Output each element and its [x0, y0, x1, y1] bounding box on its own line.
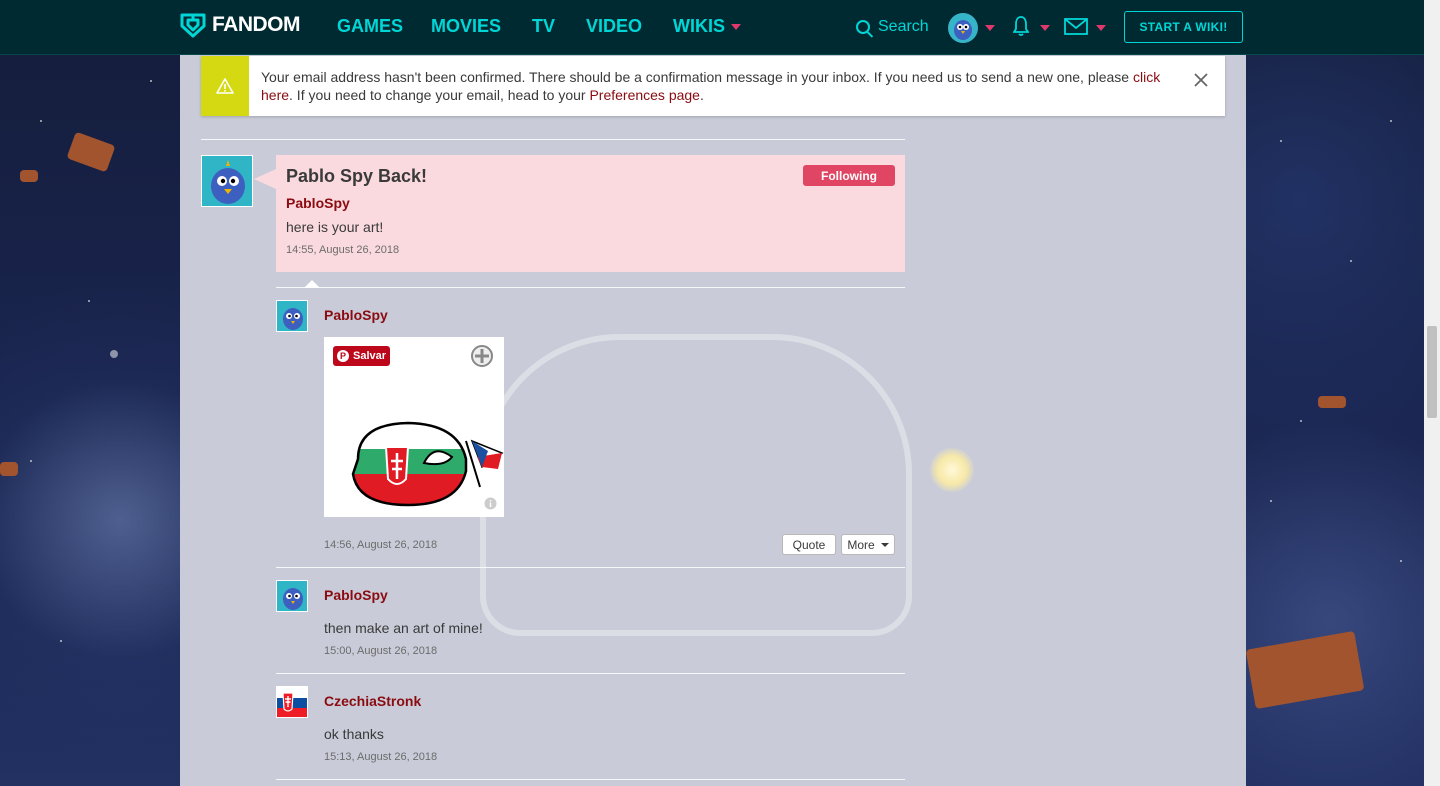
search-icon — [856, 20, 870, 34]
notice-text-middle: . If you need to change your email, head… — [289, 87, 590, 103]
notice-text-after: . — [699, 87, 704, 103]
countryball-image[interactable]: P Salvar — [324, 337, 504, 517]
chevron-down-icon — [880, 542, 889, 547]
warning-icon — [216, 78, 234, 94]
global-navigation: FANDOM GAMES MOVIES TV VIDEO WIKIS Searc… — [0, 0, 1440, 55]
logo-text: FANDOM — [212, 13, 301, 36]
post-body: here is your art! — [286, 219, 384, 235]
search-label: Search — [878, 18, 929, 35]
reply-timestamp[interactable]: 14:56, August 26, 2018 — [324, 539, 437, 551]
bird-avatar-icon — [277, 581, 307, 611]
notice-text-before: Your email address hasn't been confirmed… — [261, 69, 1133, 85]
reply-body: ok thanks — [324, 726, 384, 742]
reply-timestamp[interactable]: 15:00, August 26, 2018 — [324, 645, 437, 657]
bird-avatar-icon — [277, 301, 307, 331]
close-icon[interactable] — [1193, 72, 1209, 88]
thread-first-post: Pablo Spy Back! Following PabloSpy here … — [254, 155, 905, 272]
nav-link-wikis-label: WIKIS — [673, 16, 725, 36]
reply-avatar[interactable] — [276, 300, 308, 332]
chevron-down-icon — [731, 24, 741, 31]
reply-avatar[interactable] — [276, 580, 308, 612]
fandom-heart-icon — [180, 13, 206, 38]
user-menu-chevron-icon[interactable] — [985, 25, 995, 31]
scrollbar-thumb[interactable] — [1427, 326, 1437, 418]
nav-link-video[interactable]: VIDEO — [586, 16, 642, 37]
pinterest-icon: P — [337, 350, 349, 362]
nav-link-tv[interactable]: TV — [532, 16, 555, 37]
following-button[interactable]: Following — [803, 165, 895, 186]
info-icon[interactable] — [484, 497, 497, 510]
post-author-link[interactable]: PabloSpy — [286, 195, 350, 211]
page-scrollbar[interactable] — [1424, 0, 1440, 786]
more-button-label: More — [847, 537, 875, 552]
messages-chevron-icon[interactable] — [1096, 25, 1106, 31]
nav-link-games[interactable]: GAMES — [337, 16, 403, 37]
thread-title: Pablo Spy Back! — [286, 166, 428, 186]
pinterest-save-label: Salvar — [353, 350, 387, 362]
reply-author-link[interactable]: PabloSpy — [324, 587, 388, 603]
pinterest-save-button[interactable]: P Salvar — [333, 346, 390, 366]
nav-link-movies[interactable]: MOVIES — [431, 16, 501, 37]
post-timestamp[interactable]: 14:55, August 26, 2018 — [286, 244, 399, 256]
reply-author-link[interactable]: CzechiaStronk — [324, 693, 421, 709]
notice-text: Your email address hasn't been confirmed… — [261, 68, 1161, 104]
start-a-wiki-button[interactable]: START A WIKI! — [1124, 11, 1243, 43]
fandom-logo[interactable]: FANDOM — [180, 12, 301, 38]
nav-link-wikis[interactable]: WIKIS — [673, 16, 741, 37]
notifications-chevron-icon[interactable] — [1040, 25, 1050, 31]
notice-strip — [201, 56, 249, 116]
mail-icon[interactable] — [1064, 18, 1088, 35]
reply-body: then make an art of mine! — [324, 620, 483, 636]
divider — [276, 779, 905, 780]
background-illustration — [480, 334, 912, 636]
reply-avatar[interactable] — [276, 686, 308, 718]
slovakia-flag-avatar-icon — [277, 687, 307, 717]
divider — [276, 287, 905, 288]
email-confirmation-notice: Your email address hasn't been confirmed… — [201, 56, 1225, 116]
op-avatar[interactable] — [201, 155, 253, 207]
bell-icon[interactable] — [1013, 15, 1029, 37]
reply-timestamp[interactable]: 15:13, August 26, 2018 — [324, 751, 437, 763]
divider — [276, 567, 905, 568]
preferences-page-link[interactable]: Preferences page — [589, 87, 700, 103]
quote-button[interactable]: Quote — [782, 534, 836, 555]
user-avatar[interactable] — [948, 13, 978, 43]
reply-notch — [304, 280, 320, 288]
bird-avatar-icon — [954, 20, 972, 40]
reply-author-link[interactable]: PabloSpy — [324, 307, 388, 323]
bird-avatar-icon — [202, 156, 252, 206]
search-button[interactable]: Search — [856, 18, 929, 36]
expand-icon[interactable] — [470, 344, 494, 368]
moon-glow — [930, 448, 974, 492]
divider — [276, 673, 905, 674]
divider — [201, 139, 905, 140]
more-button[interactable]: More — [841, 534, 895, 555]
slovakia-countryball-drawing — [351, 421, 504, 507]
